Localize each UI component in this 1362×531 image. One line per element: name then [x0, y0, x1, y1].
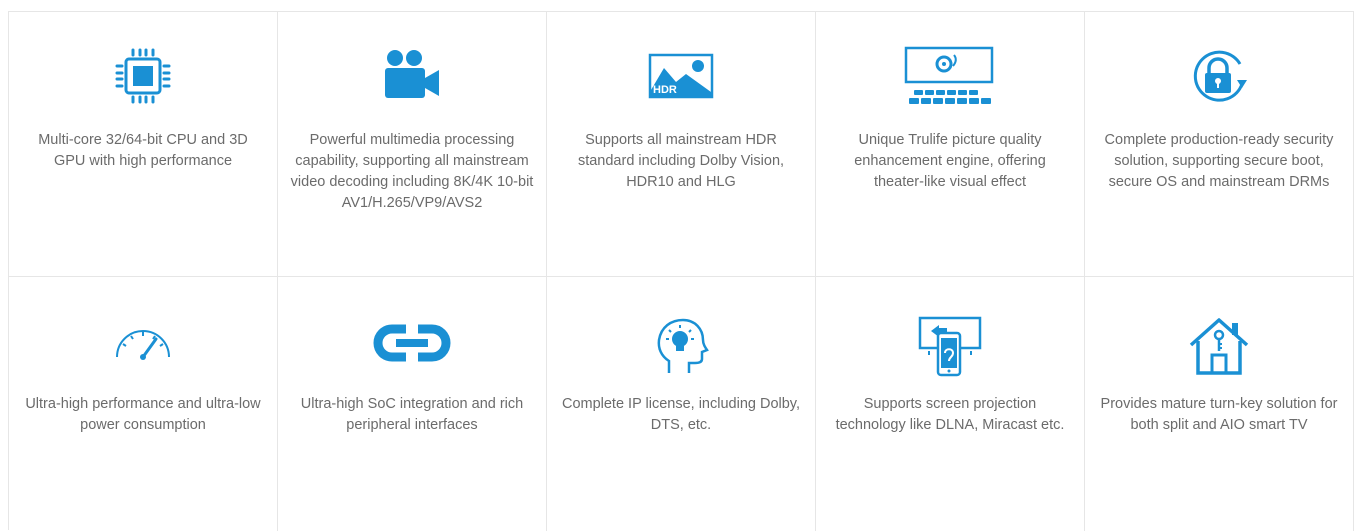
security-lock-icon [1193, 50, 1247, 102]
link-icon [373, 324, 451, 362]
hdr-label: HDR [653, 84, 677, 96]
feature-text: Complete production-ready security solut… [1104, 132, 1334, 190]
feature-card-cpu: Multi-core 32/64-bit CPU and 3D GPU with… [9, 12, 278, 276]
features-row-2: Ultra-high performance and ultra-low pow… [9, 277, 1354, 531]
smart-home-icon [1189, 318, 1249, 375]
feature-card-security: Complete production-ready security solut… [1085, 12, 1354, 276]
feature-text: Unique Trulife picture quality enhanceme… [854, 132, 1046, 190]
feature-text: Powerful multimedia processing capabilit… [290, 132, 534, 211]
features-grid: Multi-core 32/64-bit CPU and 3D GPU with… [8, 11, 1354, 531]
feature-card-trulife: Unique Trulife picture quality enhanceme… [816, 12, 1085, 276]
feature-text: Multi-core 32/64-bit CPU and 3D GPU with… [38, 132, 248, 169]
feature-text: Provides mature turn-key solution for bo… [1100, 396, 1338, 433]
feature-card-hdr: HDR Supports all mainstream HDR standard… [547, 12, 816, 276]
screen-projection-icon [918, 316, 982, 377]
speedometer-icon [116, 330, 170, 360]
hdr-image-icon: HDR [648, 53, 714, 99]
feature-card-performance: Ultra-high performance and ultra-low pow… [9, 277, 278, 531]
feature-text: Supports all mainstream HDR standard inc… [577, 132, 785, 190]
video-camera-icon [385, 50, 439, 98]
feature-text: Complete IP license, including Dolby, DT… [561, 396, 801, 433]
feature-text: Supports screen projection technology li… [835, 396, 1065, 433]
features-row-1: Multi-core 32/64-bit CPU and 3D GPU with… [9, 12, 1354, 277]
cpu-chip-icon [115, 48, 171, 104]
feature-card-turnkey: Provides mature turn-key solution for bo… [1085, 277, 1354, 531]
feature-card-multimedia: Powerful multimedia processing capabilit… [278, 12, 547, 276]
theater-screen-icon [904, 46, 994, 104]
feature-card-ip-license: Complete IP license, including Dolby, DT… [547, 277, 816, 531]
head-lightbulb-icon [657, 318, 709, 373]
feature-text: Ultra-high performance and ultra-low pow… [25, 396, 261, 433]
feature-card-integration: Ultra-high SoC integration and rich peri… [278, 277, 547, 531]
feature-card-projection: Supports screen projection technology li… [816, 277, 1085, 531]
feature-text: Ultra-high SoC integration and rich peri… [300, 396, 524, 433]
